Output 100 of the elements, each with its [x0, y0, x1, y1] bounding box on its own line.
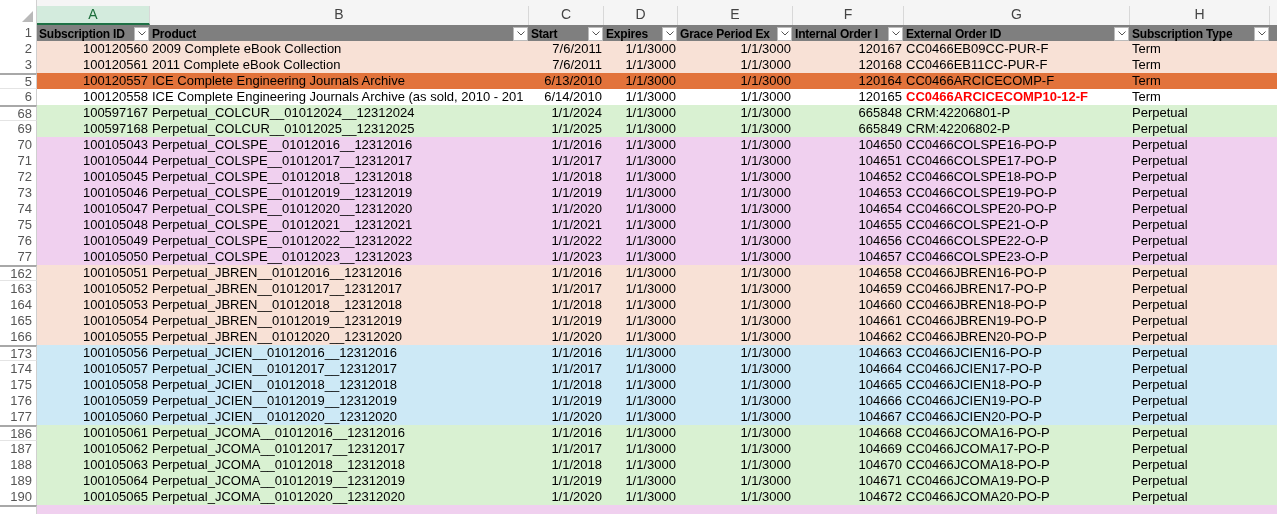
- table-cell-text: CC0466COLSPE20-PO-P: [905, 201, 1058, 218]
- filter-button[interactable]: [513, 26, 528, 41]
- table-cell-text: CC0466JBREN20-PO-P: [905, 329, 1048, 346]
- caret-icon: [1257, 31, 1266, 36]
- table-cell-text: Perpetual_COLSPE__01012019__12312019: [151, 185, 414, 202]
- table-cell-text: 1/1/2018: [550, 457, 603, 474]
- table-cell-text: Perpetual: [1131, 137, 1189, 154]
- table-cell-text: Term: [1131, 73, 1162, 89]
- table-cell-text: 1/1/3000: [739, 169, 792, 186]
- table-cell-text: 1/1/2020: [550, 489, 603, 506]
- table-cell-text: 100105060: [81, 409, 149, 426]
- filter-button[interactable]: [777, 26, 792, 41]
- table-cell-text: 100105049: [81, 233, 149, 250]
- table-cell-text: 6/14/2010: [543, 89, 603, 106]
- table-cell-text: 100105065: [81, 489, 149, 506]
- table-cell-text: 1/1/3000: [624, 89, 677, 106]
- table-cell-text: 100105059: [81, 393, 149, 410]
- table-cell-text: 100105057: [81, 361, 149, 378]
- table-cell-text: 100105043: [81, 137, 149, 154]
- table-cell-text: 104667: [857, 409, 903, 426]
- table-cell-text: CRM:42206801-P: [905, 105, 1012, 121]
- row-number[interactable]: 5: [0, 73, 37, 89]
- row-number[interactable]: 186: [0, 425, 37, 441]
- table-cell-text: 1/1/3000: [624, 473, 677, 490]
- table-cell-text: CC0466COLSPE19-PO-P: [905, 185, 1058, 202]
- caret-icon: [1117, 31, 1126, 36]
- table-cell-text: 1/1/3000: [739, 425, 792, 441]
- table-cell-text: 1/1/2018: [550, 297, 603, 314]
- table-cell-text: Perpetual_JCIEN__01012016__12312016: [151, 345, 399, 361]
- table-cell-text: 104651: [857, 153, 903, 170]
- filter-button[interactable]: [588, 26, 603, 41]
- filter-button[interactable]: [888, 26, 903, 41]
- table-cell-text: 104654: [857, 201, 903, 218]
- table-cell-text: Perpetual: [1131, 457, 1189, 474]
- filter-button[interactable]: [1254, 26, 1269, 41]
- caret-icon: [516, 31, 525, 36]
- table-cell-text: Term: [1131, 57, 1162, 74]
- table-cell-text: Perpetual_JBREN__01012016__12312016: [151, 265, 404, 281]
- row-number[interactable]: 173: [0, 345, 37, 361]
- filter-button[interactable]: [1114, 26, 1129, 41]
- row-number[interactable]: 68: [0, 105, 37, 121]
- table-cell-text: 1/1/3000: [739, 185, 792, 202]
- table-cell-text: Perpetual_JBREN__01012019__12312019: [151, 313, 404, 330]
- table-cell-text: 7/6/2011: [551, 57, 603, 74]
- caret-icon: [891, 31, 900, 36]
- table-cell-text: CC0466EB09CC-PUR-F: [905, 41, 1050, 58]
- table-cell-text: 104669: [857, 441, 903, 458]
- filter-button[interactable]: [134, 26, 149, 41]
- table-cell-text: ICE Complete Engineering Journals Archive: [151, 73, 406, 89]
- table-cell-text: 7/6/2011: [551, 41, 603, 58]
- table-cell-text: 1/1/3000: [739, 281, 792, 298]
- table-cell-text: Perpetual_JCIEN__01012017__12312017: [151, 361, 399, 378]
- table-cell-text: 1/1/2023: [550, 249, 603, 266]
- table-cell-text: 100105058: [81, 377, 149, 394]
- table-cell-text: CC0466ARCICECOMP10-12-F: [905, 89, 1090, 106]
- table-cell-text: 1/1/2019: [550, 185, 603, 202]
- table-cell-text: 1/1/3000: [624, 329, 677, 346]
- table-cell-text: CC0466ARCICECOMP-F: [905, 73, 1056, 89]
- table-cell-text: 1/1/3000: [624, 185, 677, 202]
- table-cell-text: CC0466COLSPE21-O-P: [905, 217, 1050, 234]
- table-cell-text: 1/1/3000: [739, 217, 792, 234]
- table-cell-text: 1/1/2017: [550, 281, 603, 298]
- table-cell-text: 100105056: [81, 345, 149, 361]
- row-number[interactable]: 162: [0, 265, 37, 281]
- table-cell-text: Perpetual: [1131, 425, 1189, 441]
- table-cell-text: 6/13/2010: [543, 73, 603, 89]
- table-cell-text: CC0466JBREN19-PO-P: [905, 313, 1048, 330]
- table-cell-text: CC0466COLSPE16-PO-P: [905, 137, 1058, 154]
- table-cell-text: 104664: [857, 361, 903, 378]
- table-cell-text: 1/1/3000: [624, 425, 677, 441]
- column-title: External Order ID: [906, 25, 1002, 42]
- column-title: Subscription ID: [39, 25, 125, 42]
- table-cell-text: Perpetual: [1131, 473, 1189, 490]
- table-cell-text: 1/1/3000: [624, 361, 677, 378]
- table-cell-text: CC0466JCOMA19-PO-P: [905, 473, 1051, 490]
- filter-button[interactable]: [662, 26, 677, 41]
- table-cell-text: Perpetual: [1131, 217, 1189, 234]
- column-header[interactable]: A: [37, 6, 150, 25]
- table-cell-text: 1/1/3000: [739, 57, 792, 74]
- table-cell-text: 104657: [857, 249, 903, 266]
- table-cell-text: 104656: [857, 233, 903, 250]
- table-cell-text: CC0466JBREN16-PO-P: [905, 265, 1048, 281]
- table-cell-text: 1/1/3000: [624, 169, 677, 186]
- table-cell-text: 1/1/3000: [739, 73, 792, 89]
- table-cell-text: 1/1/2017: [550, 441, 603, 458]
- table-cell-text: 1/1/2019: [550, 393, 603, 410]
- table-cell-text: Perpetual_JBREN__01012018__12312018: [151, 297, 404, 314]
- table-cell-text: CC0466JCIEN17-PO-P: [905, 361, 1043, 378]
- table-cell-text: Perpetual: [1131, 201, 1189, 218]
- table-cell-text: CC0466COLSPE18-PO-P: [905, 169, 1058, 186]
- table-cell-text: 1/1/3000: [739, 153, 792, 170]
- table-cell-text: Perpetual: [1131, 105, 1189, 121]
- table-cell-text: Perpetual_COLCUR__01012025__12312025: [151, 121, 416, 138]
- table-cell-text: 100105046: [81, 185, 149, 202]
- table-cell-text: 1/1/3000: [624, 217, 677, 234]
- table-cell-text: 1/1/3000: [624, 377, 677, 394]
- table-cell-text: 1/1/3000: [624, 153, 677, 170]
- table-cell-text: CC0466JBREN17-PO-P: [905, 281, 1048, 298]
- table-cell-text: 1/1/3000: [739, 105, 792, 121]
- table-cell-text: 100105045: [81, 169, 149, 186]
